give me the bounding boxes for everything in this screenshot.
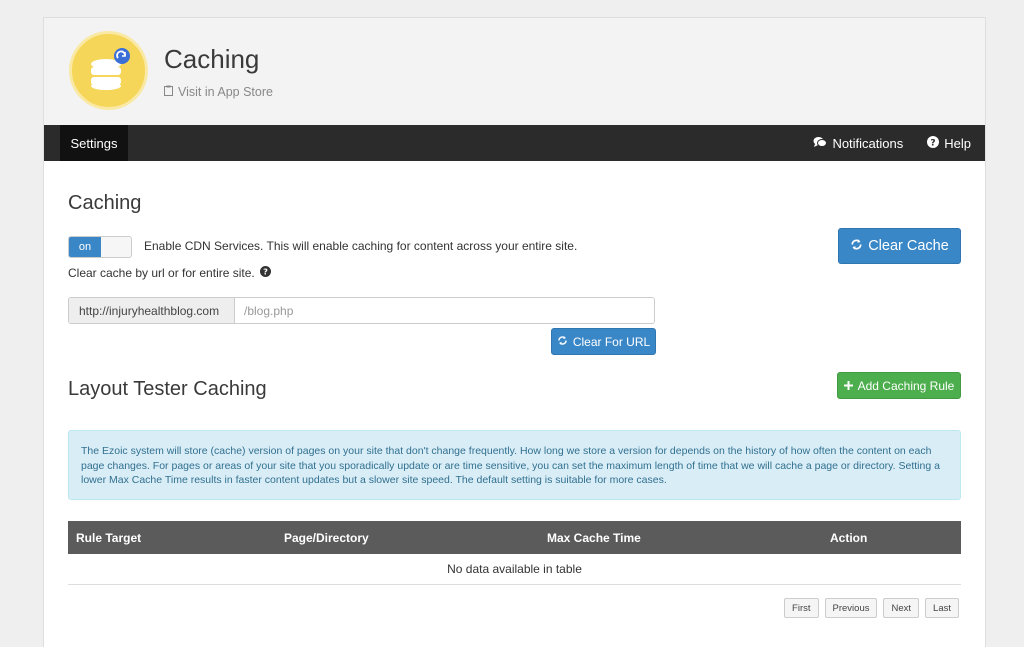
app-title: Caching [164,44,260,74]
clear-cache-label-text: Clear cache by url or for entire site. [68,266,255,280]
pagination-previous-button[interactable]: Previous [824,598,878,618]
clear-url-input-group: http://injuryhealthblog.com [68,297,655,324]
column-page-directory[interactable]: Page/Directory [284,521,369,554]
column-action[interactable]: Action [830,521,867,554]
layout-tester-title: Layout Tester Caching [68,378,267,400]
cdn-toggle-state: on [69,237,101,257]
cdn-toggle[interactable]: on [68,236,132,258]
column-rule-target[interactable]: Rule Target [76,521,141,554]
table-empty-row: No data available in table [68,554,961,585]
refresh-icon [850,238,863,255]
svg-text:?: ? [263,267,268,277]
clear-cache-label: Clear Cache [868,238,949,254]
question-circle-icon[interactable]: ? [259,266,271,280]
notifications-link[interactable]: Notifications [813,136,903,151]
svg-text:?: ? [931,138,936,148]
database-cloud-icon [69,31,148,110]
help-link[interactable]: ? Help [927,135,971,151]
clear-cache-button[interactable]: Clear Cache [838,228,961,264]
plus-icon [843,379,853,393]
help-label: Help [944,135,971,151]
clear-for-url-label: Clear For URL [572,334,651,349]
app-header: Caching Visit in App Store [44,18,985,125]
cdn-description: Enable CDN Services. This will enable ca… [144,239,578,253]
pagination: First Previous Next Last [784,598,959,618]
question-circle-icon: ? [927,135,940,151]
caching-section-title: Caching [68,192,142,214]
add-caching-rule-label: Add Caching Rule [857,378,955,393]
add-caching-rule-button[interactable]: Add Caching Rule [837,372,961,399]
top-nav: Settings Notifications ? Help [44,125,985,161]
clear-for-url-button[interactable]: Clear For URL [551,328,656,355]
table-header: Rule Target Page/Directory Max Cache Tim… [68,521,961,554]
pagination-first-button[interactable]: First [784,598,819,618]
url-prefix: http://injuryhealthblog.com [69,298,235,323]
column-max-cache-time[interactable]: Max Cache Time [547,521,641,554]
url-path-input[interactable] [235,298,654,323]
nav-right-links: Notifications ? Help [813,125,971,161]
caching-info-alert: The Ezoic system will store (cache) vers… [68,430,961,500]
tab-settings[interactable]: Settings [60,125,128,161]
notifications-label: Notifications [832,135,904,151]
clipboard-icon [164,85,173,99]
app-card: Caching Visit in App Store Settings Noti… [43,17,986,647]
pagination-next-button[interactable]: Next [883,598,920,618]
app-store-link[interactable]: Visit in App Store [164,85,273,99]
clear-cache-label: Clear cache by url or for entire site. ? [68,266,271,280]
app-store-link-label: Visit in App Store [178,85,273,99]
chat-bubbles-icon [813,136,828,151]
caching-rules-table: Rule Target Page/Directory Max Cache Tim… [68,521,961,585]
refresh-icon [557,335,568,349]
pagination-last-button[interactable]: Last [925,598,959,618]
